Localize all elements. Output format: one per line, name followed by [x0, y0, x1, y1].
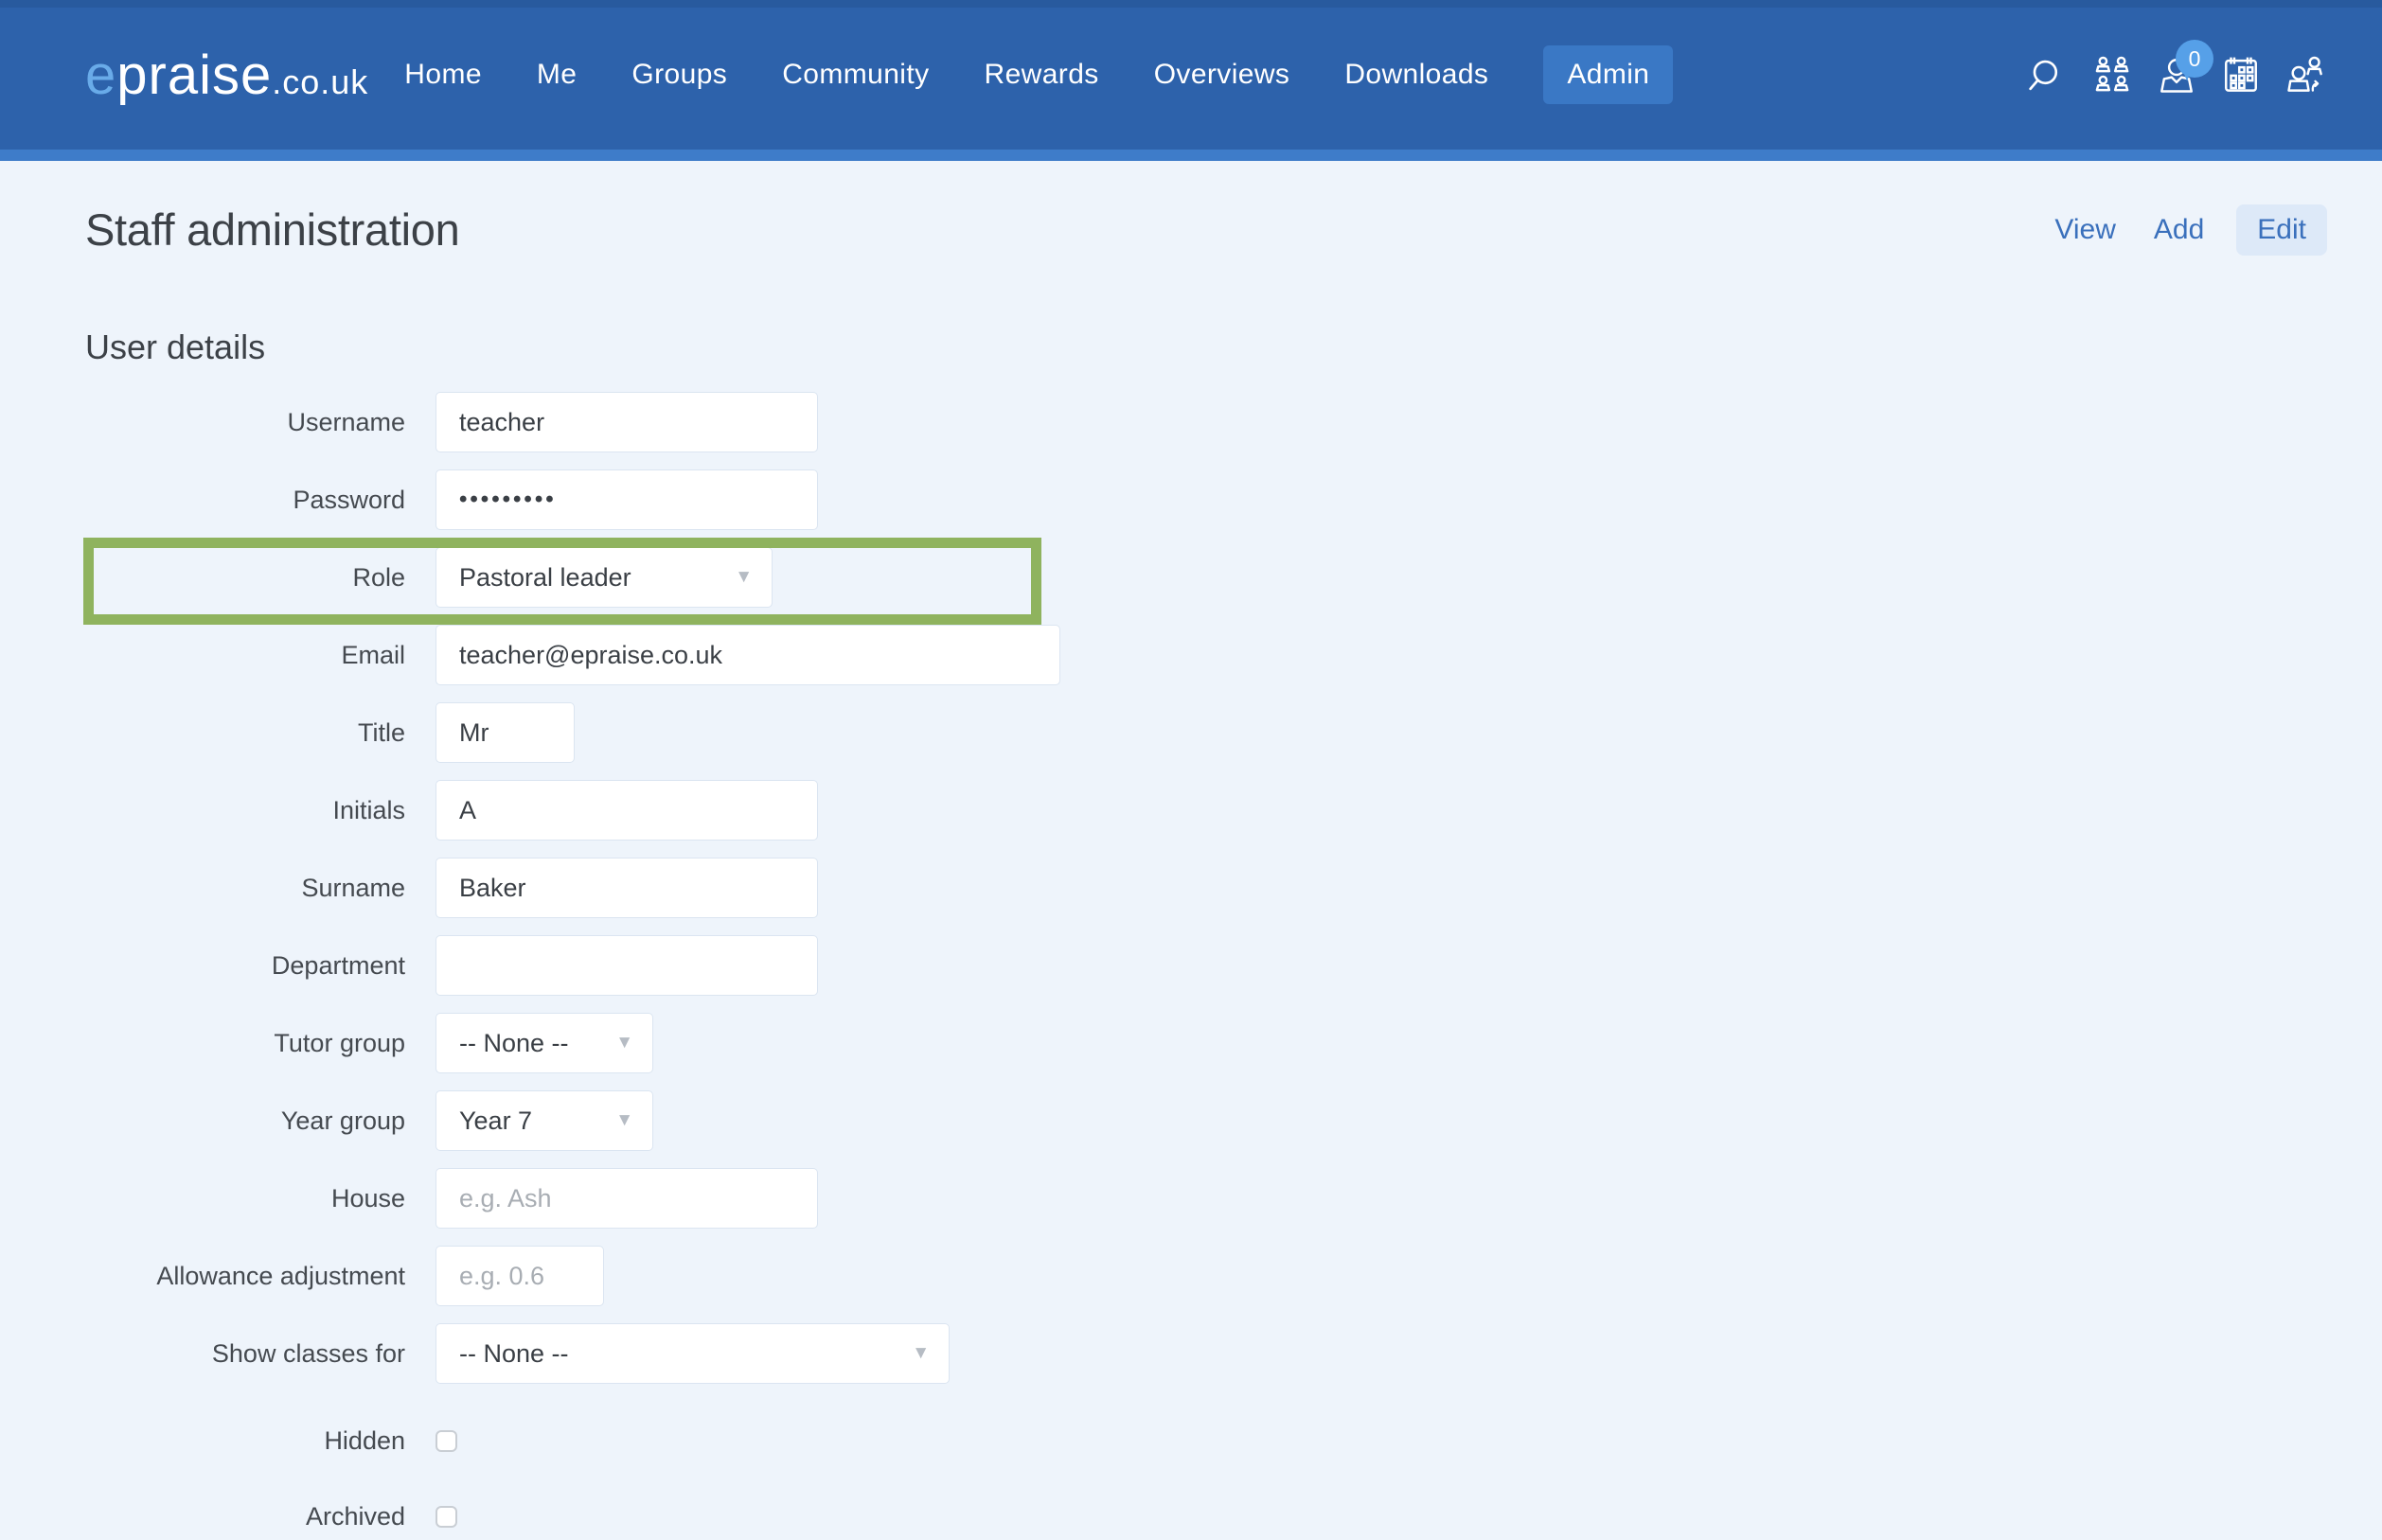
nav-item-downloads[interactable]: Downloads — [1344, 45, 1488, 104]
page-title: Staff administration — [85, 204, 459, 256]
nav-item-me[interactable]: Me — [537, 45, 577, 104]
archived-label: Archived — [85, 1502, 436, 1531]
archived-row: Archived — [85, 1497, 2327, 1535]
add-link[interactable]: Add — [2148, 204, 2210, 256]
hidden-row: Hidden — [85, 1422, 2327, 1460]
year-group-select-value: Year 7 — [459, 1106, 532, 1136]
department-row: Department — [85, 935, 2327, 996]
password-label: Password — [85, 486, 436, 515]
title-input[interactable] — [436, 702, 575, 763]
allowance-input[interactable] — [436, 1246, 604, 1306]
search-icon[interactable] — [2028, 55, 2068, 95]
user-switch-icon[interactable] — [2285, 55, 2325, 95]
password-row: Password — [85, 469, 2327, 530]
user-details-form: Username Password Role Pastoral leader ▼… — [85, 392, 2327, 1535]
nav-item-admin[interactable]: Admin — [1543, 45, 1673, 104]
username-label: Username — [85, 408, 436, 437]
tutor-group-row: Tutor group -- None -- ▼ — [85, 1013, 2327, 1073]
year-group-row: Year group Year 7 ▼ — [85, 1090, 2327, 1151]
username-input[interactable] — [436, 392, 818, 452]
navbar-icon-group: 0 — [2028, 55, 2325, 95]
nav-item-overviews[interactable]: Overviews — [1154, 45, 1290, 104]
epraise-logo[interactable]: epraise.co.uk — [85, 44, 368, 107]
allowance-row: Allowance adjustment — [85, 1246, 2327, 1306]
hidden-checkbox[interactable] — [436, 1430, 457, 1452]
chevron-down-icon: ▼ — [735, 567, 753, 588]
title-row-field: Title — [85, 702, 2327, 763]
user-icon[interactable]: 0 — [2157, 55, 2196, 95]
nav-item-home[interactable]: Home — [404, 45, 482, 104]
initials-label: Initials — [85, 796, 436, 825]
view-link[interactable]: View — [2049, 204, 2121, 256]
navbar-accent-strip — [0, 150, 2382, 161]
logo-suffix: .co.uk — [272, 62, 368, 102]
department-input[interactable] — [436, 935, 818, 996]
nav-item-community[interactable]: Community — [782, 45, 929, 104]
email-label: Email — [85, 641, 436, 670]
archived-checkbox[interactable] — [436, 1506, 457, 1528]
email-row: Email — [85, 625, 2327, 685]
surname-row: Surname — [85, 858, 2327, 918]
show-classes-select[interactable]: -- None -- ▼ — [436, 1323, 950, 1384]
role-row: Role Pastoral leader ▼ — [85, 547, 2327, 608]
top-navbar: epraise.co.uk Home Me Groups Community R… — [0, 0, 2382, 150]
house-label: House — [85, 1184, 436, 1213]
edit-link[interactable]: Edit — [2236, 204, 2327, 256]
section-title-user-details: User details — [85, 327, 2327, 367]
chevron-down-icon: ▼ — [615, 1110, 633, 1131]
nav-item-rewards[interactable]: Rewards — [985, 45, 1099, 104]
chevron-down-icon: ▼ — [912, 1343, 930, 1364]
allowance-label: Allowance adjustment — [85, 1262, 436, 1291]
house-row: House — [85, 1168, 2327, 1229]
logo-praise: praise — [116, 44, 272, 107]
planner-icon[interactable] — [2221, 55, 2261, 95]
initials-input[interactable] — [436, 780, 818, 841]
title-label: Title — [85, 718, 436, 748]
password-input[interactable] — [436, 469, 818, 530]
username-row: Username — [85, 392, 2327, 452]
department-label: Department — [85, 951, 436, 981]
role-select-value: Pastoral leader — [459, 563, 631, 593]
role-label: Role — [85, 563, 436, 593]
show-classes-label: Show classes for — [85, 1339, 436, 1369]
house-input[interactable] — [436, 1168, 818, 1229]
show-classes-row: Show classes for -- None -- ▼ — [85, 1323, 2327, 1384]
users-grid-icon[interactable] — [2092, 55, 2132, 95]
chevron-down-icon: ▼ — [615, 1033, 633, 1053]
email-input[interactable] — [436, 625, 1060, 685]
page-actions: View Add Edit — [2049, 204, 2327, 256]
role-select[interactable]: Pastoral leader ▼ — [436, 547, 773, 608]
surname-input[interactable] — [436, 858, 818, 918]
initials-row: Initials — [85, 780, 2327, 841]
surname-label: Surname — [85, 874, 436, 903]
tutor-group-select-value: -- None -- — [459, 1029, 569, 1058]
hidden-label: Hidden — [85, 1426, 436, 1456]
logo-e: e — [85, 44, 116, 107]
year-group-select[interactable]: Year 7 ▼ — [436, 1090, 653, 1151]
main-navigation: Home Me Groups Community Rewards Overvie… — [404, 45, 1673, 104]
notification-badge[interactable]: 0 — [2176, 40, 2213, 78]
tutor-group-select[interactable]: -- None -- ▼ — [436, 1013, 653, 1073]
tutor-group-label: Tutor group — [85, 1029, 436, 1058]
year-group-label: Year group — [85, 1106, 436, 1136]
main-content: Staff administration View Add Edit User … — [0, 204, 2382, 1535]
show-classes-select-value: -- None -- — [459, 1339, 569, 1369]
nav-item-groups[interactable]: Groups — [631, 45, 727, 104]
